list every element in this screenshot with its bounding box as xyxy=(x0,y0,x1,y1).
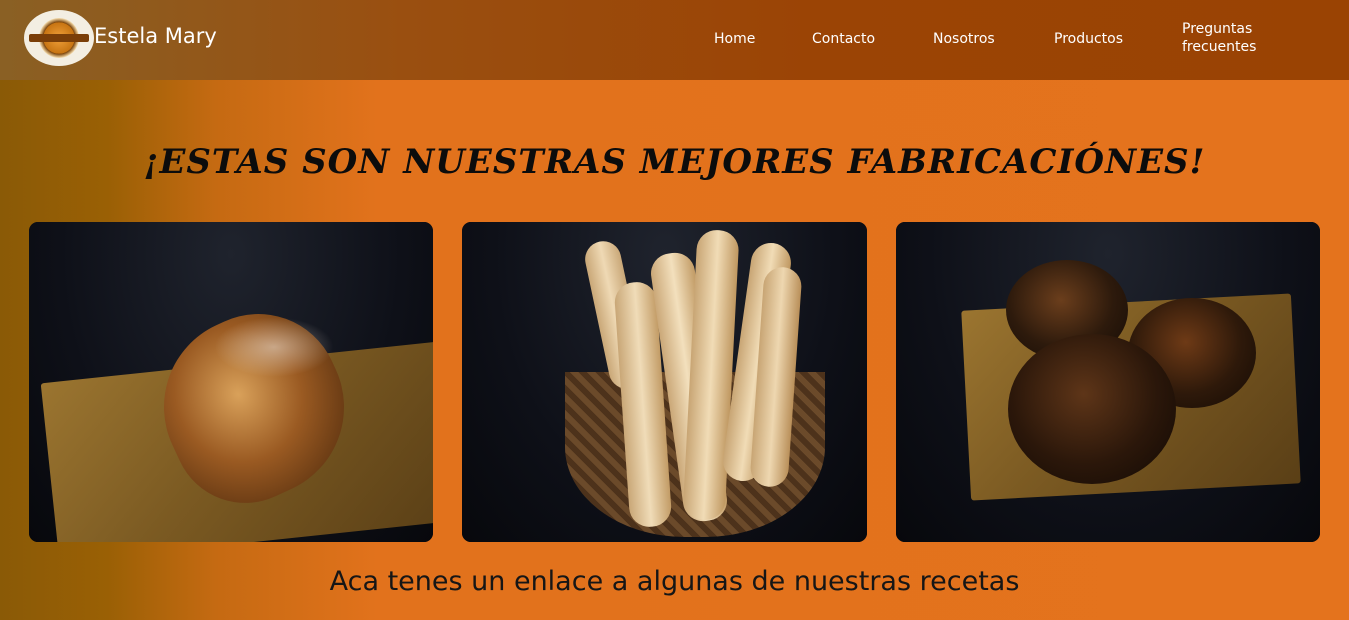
site-header: Estela Mary Home Contacto Nosotros Produ… xyxy=(0,0,1349,80)
nav-nosotros[interactable]: Nosotros xyxy=(933,31,995,47)
nav-preguntas-frecuentes[interactable]: Preguntas frecuentes xyxy=(1182,20,1272,56)
brand-name[interactable]: Estela Mary xyxy=(94,24,217,48)
page-title: ¡Estas son nuestras mejores fabricacióne… xyxy=(143,142,1206,182)
product-photo-croissant xyxy=(29,222,433,542)
recipes-link-text[interactable]: Aca tenes un enlace a algunas de nuestra… xyxy=(0,566,1349,597)
product-photo-baguettes xyxy=(462,222,867,542)
nav-productos[interactable]: Productos xyxy=(1054,31,1123,47)
nav-home[interactable]: Home xyxy=(714,31,755,47)
bakery-logo[interactable] xyxy=(24,10,94,66)
logo-emblem-icon xyxy=(29,18,89,58)
nav-contacto[interactable]: Contacto xyxy=(812,31,875,47)
product-photo-buns xyxy=(896,222,1320,542)
